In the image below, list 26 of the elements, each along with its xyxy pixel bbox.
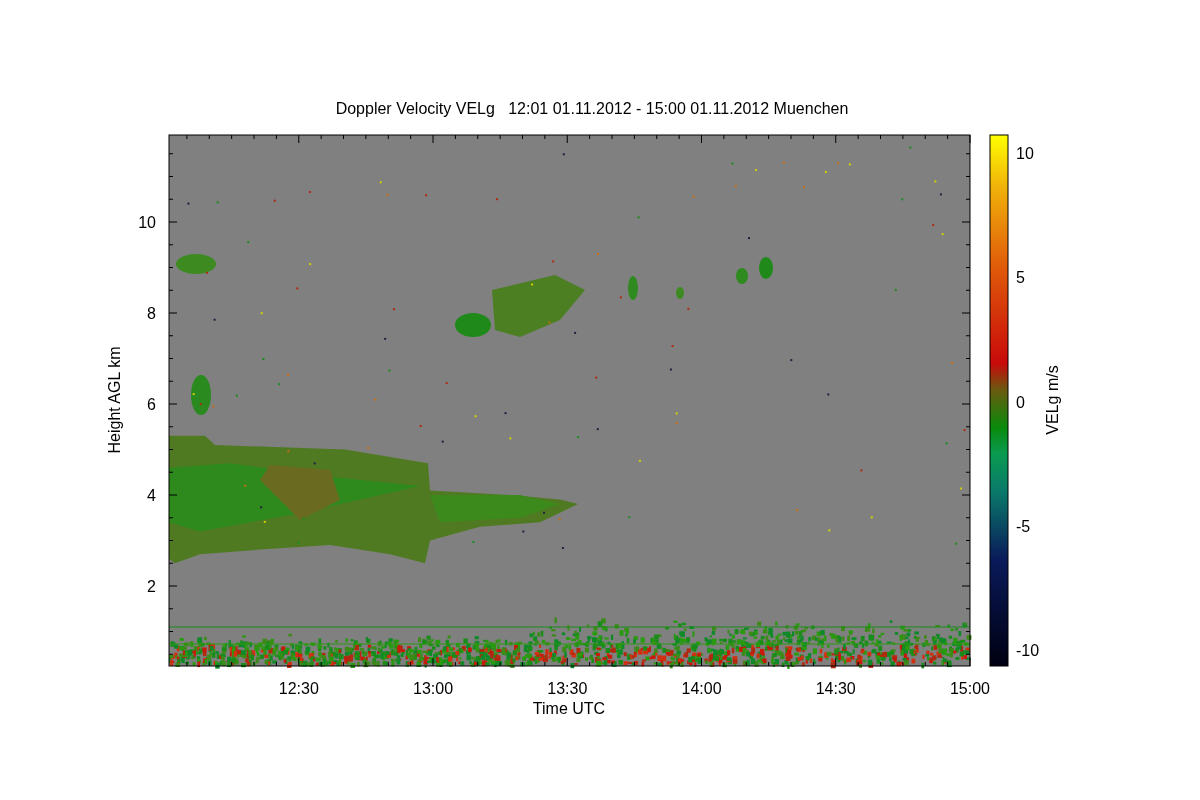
axis-label: Height AGL km: [106, 346, 123, 454]
tick-label: 6: [147, 396, 156, 413]
cloud-echo: [759, 257, 773, 279]
tick-label: 10: [1016, 145, 1034, 162]
tick-label: -10: [1016, 642, 1040, 659]
axis-label: Time UTC: [532, 700, 606, 717]
tick-label: 2: [147, 578, 156, 595]
tick-label: 13:30: [547, 680, 588, 697]
axis-label: VELg m/s: [1044, 365, 1061, 435]
tick-label: 15:00: [950, 680, 990, 697]
tick-label: -5: [1016, 517, 1031, 535]
tick-label: 13:00: [413, 680, 454, 697]
tick-label: 0: [1016, 393, 1025, 411]
cloud-echo: [736, 268, 748, 284]
tick-label: 14:30: [815, 680, 856, 697]
tick-label: 14:00: [681, 680, 722, 697]
cloud-echo: [191, 375, 211, 415]
tick-label: 8: [147, 305, 156, 322]
tick-label: 10: [138, 214, 156, 231]
tick-label: 4: [147, 487, 156, 504]
plot-title: Doppler Velocity VELg 12:01 01.11.2012 - 15:00 01.11.2012 Muenchen: [335, 100, 849, 117]
cloud-echo: [628, 276, 638, 300]
tick-label: 5: [1016, 269, 1025, 287]
tick-label: 12:30: [278, 680, 319, 697]
cloud-echo: [176, 254, 216, 274]
cloud-echo: [676, 287, 684, 299]
